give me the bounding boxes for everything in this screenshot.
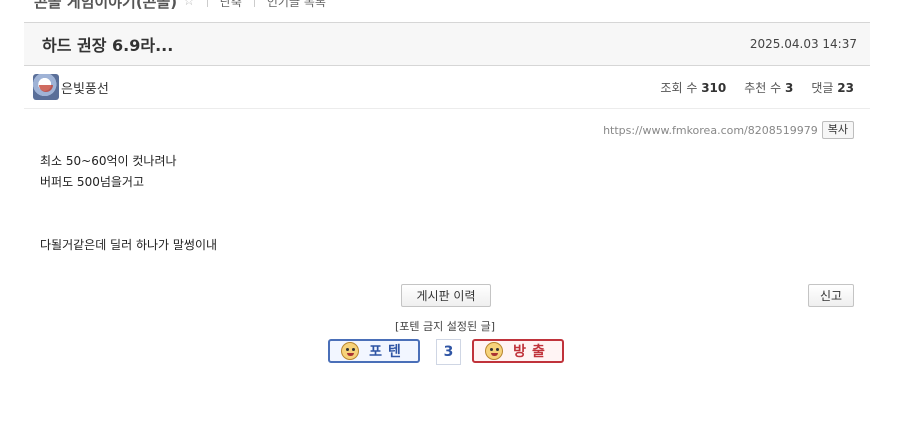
breadcrumb-link-shortcut[interactable]: 단축 — [220, 0, 242, 10]
vote-count: 3 — [436, 339, 461, 365]
board-history-button[interactable]: 게시판 이력 — [401, 284, 491, 307]
breadcrumb: 콘솔 게임이야기(콘솔) ☆ 단축 인기글 목록 — [34, 0, 326, 12]
breadcrumb-link-popular[interactable]: 인기글 목록 — [267, 0, 326, 10]
vote-up-label: 포텐 — [369, 344, 407, 360]
views-stat: 조회 수 310 — [660, 79, 726, 96]
post-page: 콘솔 게임이야기(콘솔) ☆ 단축 인기글 목록 하드 권장 6.9라... 2… — [0, 0, 910, 429]
vote-down-button[interactable]: 방출 — [472, 339, 564, 363]
body-line — [40, 214, 840, 235]
post-url[interactable]: https://www.fmkorea.com/8208519979 — [603, 124, 818, 137]
copy-url-button[interactable]: 복사 — [821, 121, 854, 139]
comments-count[interactable]: 23 — [837, 81, 854, 95]
recommend-stat: 추천 수 3 — [744, 79, 793, 96]
post-stats: 조회 수 310 추천 수 3 댓글 23 — [642, 79, 854, 96]
report-button[interactable]: 신고 — [808, 284, 854, 307]
potent-ban-notice: [포텐 금지 설정된 글] — [394, 320, 496, 333]
post-body: 최소 50~60억이 컷나려나 버퍼도 500넘을거고 다될거같은데 딜러 하나… — [40, 151, 840, 256]
recommend-label: 추천 수 — [744, 80, 782, 95]
frown-face-icon — [485, 342, 504, 360]
comments-stat[interactable]: 댓글 23 — [811, 79, 854, 96]
divider — [253, 0, 255, 7]
views-label: 조회 수 — [660, 80, 698, 95]
comments-label[interactable]: 댓글 — [811, 81, 833, 95]
post-date: 2025.04.03 14:37 — [749, 37, 857, 51]
post-title-bar: 하드 권장 6.9라... 2025.04.03 14:37 — [24, 22, 870, 66]
views-count: 310 — [701, 80, 727, 95]
post-url-row: https://www.fmkorea.com/8208519979 복사 — [603, 120, 854, 140]
body-line — [40, 193, 840, 214]
divider — [206, 0, 208, 7]
vote-up-button[interactable]: 포텐 — [328, 339, 420, 363]
post-title[interactable]: 하드 권장 6.9라... — [42, 32, 173, 56]
author[interactable]: 은빛풍선 — [33, 74, 109, 100]
body-line: 다될거같은데 딜러 하나가 말썽이내 — [40, 238, 218, 252]
recommend-count: 3 — [785, 80, 794, 95]
author-name[interactable]: 은빛풍선 — [61, 78, 109, 97]
body-line: 최소 50~60억이 컷나려나 — [40, 154, 177, 168]
vote-down-label: 방출 — [513, 344, 551, 360]
avatar[interactable] — [33, 74, 59, 100]
star-icon[interactable]: ☆ — [183, 0, 195, 9]
smile-face-icon — [341, 342, 360, 360]
body-line: 버퍼도 500넘을거고 — [40, 175, 144, 189]
board-name[interactable]: 콘솔 게임이야기(콘솔) — [34, 0, 177, 12]
post-meta-row: 은빛풍선 조회 수 310 추천 수 3 댓글 23 — [24, 66, 870, 109]
